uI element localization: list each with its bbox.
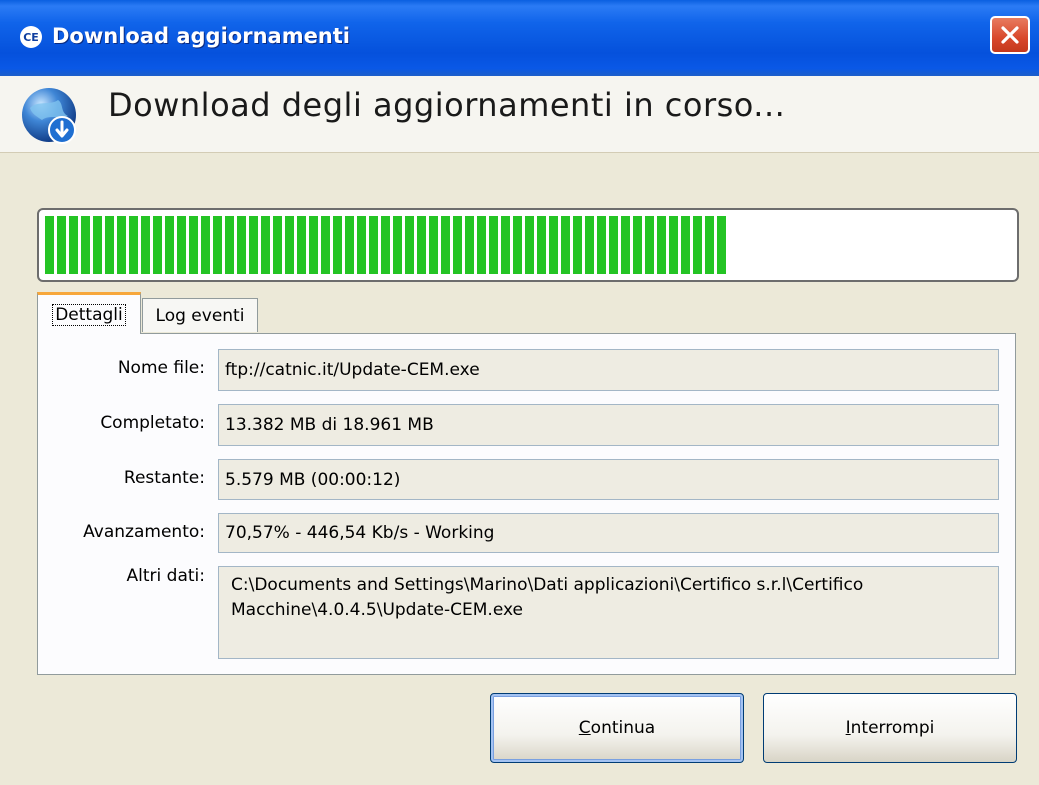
download-dialog: CE Download aggiornamenti Download degli… <box>0 0 1039 785</box>
ce-app-icon[interactable]: CE <box>20 26 42 48</box>
restante-label: Restante: <box>123 468 205 488</box>
completato-field[interactable]: 13.382 MB di 18.961 MB <box>218 404 999 446</box>
tab-label: Log eventi <box>155 305 245 326</box>
close-icon <box>1001 26 1019 44</box>
altri-dati-field[interactable]: C:\Documents and Settings\Marino\Dati ap… <box>218 566 999 659</box>
continua-label: ontinua <box>590 718 656 738</box>
tab-label: Dettagli <box>52 303 126 326</box>
progress-fill <box>45 216 726 274</box>
window-title: Download aggiornamenti <box>52 24 350 48</box>
header-title: Download degli aggiornamenti in corso... <box>108 86 786 124</box>
interrompi-label: nterrompi <box>850 718 935 738</box>
continua-accelerator: C <box>578 718 591 738</box>
close-button[interactable] <box>990 16 1030 54</box>
tab-log-eventi[interactable]: Log eventi <box>142 298 258 332</box>
globe-download-icon <box>22 88 76 144</box>
nome-file-label: Nome file: <box>117 358 205 378</box>
restante-field[interactable]: 5.579 MB (00:00:12) <box>218 459 999 500</box>
altri-dati-label: Altri dati: <box>126 566 205 586</box>
interrompi-button[interactable]: Interrompi <box>763 693 1017 763</box>
progress-track <box>45 216 1011 274</box>
download-progress-bar <box>37 208 1019 282</box>
completato-label: Completato: <box>100 413 205 433</box>
avanzamento-field[interactable]: 70,57% - 446,54 Kb/s - Working <box>218 513 999 553</box>
avanzamento-label: Avanzamento: <box>83 522 205 542</box>
title-bar[interactable]: CE Download aggiornamenti <box>0 0 1039 76</box>
nome-file-field[interactable]: ftp://catnic.it/Update-CEM.exe <box>218 349 999 391</box>
continua-button[interactable]: Continua <box>490 693 744 763</box>
tab-dettagli[interactable]: Dettagli <box>37 292 141 334</box>
